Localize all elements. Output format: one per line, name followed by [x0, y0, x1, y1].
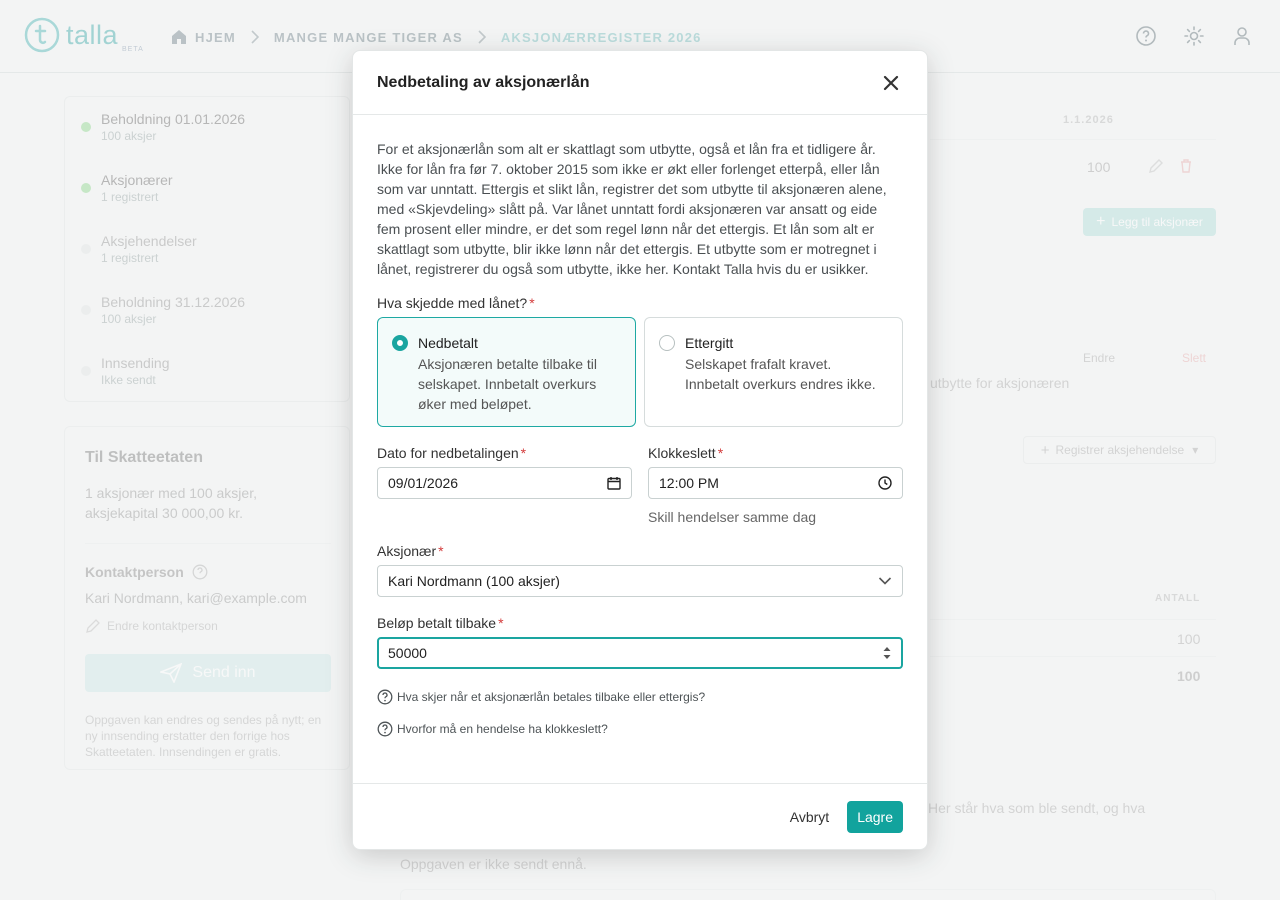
shareholder-field: Aksjonær * Kari Nordmann (100 aksjer) — [377, 543, 903, 597]
help-icon — [377, 689, 393, 705]
calendar-icon[interactable] — [607, 476, 621, 490]
help-link-repayment[interactable]: Hva skjer når et aksjonærlån betales til… — [377, 689, 903, 705]
close-button[interactable] — [879, 71, 903, 95]
date-time-row: Dato for nedbetalingen * 09/01/2026 Klokk… — [377, 445, 903, 525]
radio-description: Aksjonæren betalte tilbake til selskapet… — [418, 356, 597, 412]
radio-card-nedbetalt[interactable]: Nedbetalt Aksjonæren betalte tilbake til… — [377, 317, 636, 427]
help-link-time[interactable]: Hvorfor må en hendelse ha klokkeslett? — [377, 721, 903, 737]
date-input[interactable]: 09/01/2026 — [377, 467, 632, 499]
radio-nedbetalt[interactable] — [392, 335, 408, 351]
question-label: Hva skjedde med lånet? * — [377, 295, 535, 311]
dialog-body: For et aksjonærlån som alt er skattlagt … — [353, 115, 927, 737]
save-button[interactable]: Lagre — [847, 800, 903, 833]
help-icon — [377, 721, 393, 737]
loan-outcome-group: Hva skjedde med lånet? * Nedbetalt Aksjon… — [377, 295, 903, 427]
number-spinner-icon[interactable] — [882, 644, 892, 662]
radio-description: Selskapet frafalt kravet. Innbetalt over… — [685, 356, 876, 392]
chevron-down-icon — [878, 577, 892, 585]
radio-card-ettergitt[interactable]: Ettergitt Selskapet frafalt kravet. Innb… — [644, 317, 903, 427]
close-icon — [883, 75, 899, 90]
shareholder-select[interactable]: Kari Nordmann (100 aksjer) — [377, 565, 903, 597]
amount-input[interactable]: 50000 — [377, 637, 903, 669]
time-label: Klokkeslett * — [648, 445, 724, 461]
shareholder-label: Aksjonær * — [377, 543, 444, 559]
repayment-dialog: Nedbetaling av aksjonærlån For et aksjon… — [352, 50, 928, 850]
time-input[interactable]: 12:00 PM — [648, 467, 903, 499]
help-links: Hva skjer når et aksjonærlån betales til… — [377, 689, 903, 737]
date-label: Dato for nedbetalingen * — [377, 445, 527, 461]
dialog-title: Nedbetaling av aksjonærlån — [377, 73, 590, 91]
amount-field: Beløp betalt tilbake * 50000 — [377, 615, 903, 669]
radio-title: Ettergitt — [685, 335, 734, 351]
dialog-footer: Avbryt Lagre — [353, 783, 927, 849]
radio-title: Nedbetalt — [418, 335, 478, 351]
time-hint: Skill hendelser samme dag — [648, 509, 817, 525]
cancel-button[interactable]: Avbryt — [790, 809, 829, 825]
clock-icon[interactable] — [878, 476, 892, 490]
dialog-header: Nedbetaling av aksjonærlån — [353, 51, 927, 115]
radio-ettergitt[interactable] — [659, 335, 675, 351]
intro-text: For et aksjonærlån som alt er skattlagt … — [377, 141, 887, 277]
amount-label: Beløp betalt tilbake * — [377, 615, 504, 631]
